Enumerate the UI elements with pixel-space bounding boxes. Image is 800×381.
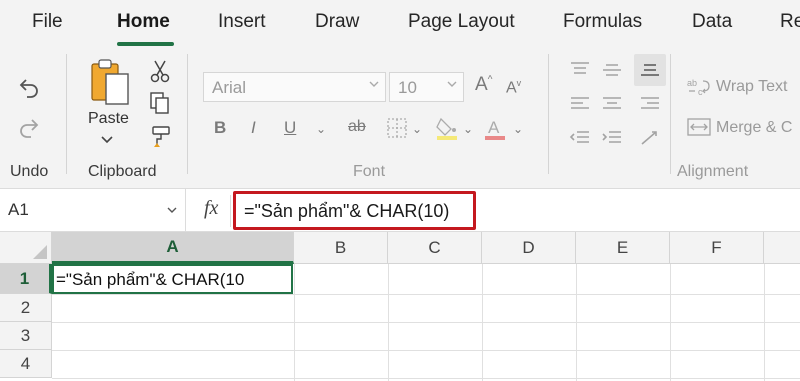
worksheet-grid: A B C D E F 1 2 3 4 ="Sản phẩm"& CHAR(10 [0,232,800,381]
merge-center-button[interactable]: Merge & C [716,119,792,137]
ribbon: Undo Paste Clipboard Arial 10 A^ Av B I … [0,48,800,188]
formula-bar-divider [230,195,231,227]
tab-data[interactable]: Data [692,11,732,33]
row-header-1[interactable]: 1 [0,264,52,294]
middle-align-icon[interactable] [600,60,624,80]
group-separator [670,54,671,174]
align-center-icon[interactable] [600,94,624,114]
top-align-icon[interactable] [568,60,592,80]
font-group-label: Font [353,163,386,180]
row-header-4[interactable]: 4 [0,350,52,378]
merge-center-icon[interactable] [686,116,712,138]
name-box[interactable]: A1 [0,189,186,232]
font-size-select[interactable]: 10 [389,72,464,102]
font-name-select[interactable]: Arial [203,72,386,102]
wrap-text-button[interactable]: Wrap Text [716,78,787,96]
ribbon-tabs: File Home Insert Draw Page Layout Formul… [0,0,800,48]
paste-icon[interactable] [86,58,132,108]
tab-page-layout[interactable]: Page Layout [408,11,515,33]
column-header-a[interactable]: A [52,232,294,264]
chevron-down-icon [369,81,379,87]
active-tab-indicator [117,42,174,46]
column-header-g[interactable] [764,232,800,264]
chevron-down-icon [447,81,457,87]
column-header-f[interactable]: F [670,232,764,264]
chevron-down-icon[interactable]: ⌄ [412,122,422,136]
fill-color-icon[interactable] [434,114,460,142]
cell-a1[interactable]: ="Sản phẩm"& CHAR(10 [52,264,293,294]
column-header-b[interactable]: B [294,232,388,264]
column-header-d[interactable]: D [482,232,576,264]
cut-icon[interactable] [148,58,172,84]
cell-a1-value: ="Sản phẩm"& CHAR(10 [56,270,245,289]
chevron-down-icon[interactable]: ⌄ [513,122,523,136]
svg-text:ab: ab [687,78,697,88]
bold-icon[interactable]: B [214,118,226,138]
svg-text:A: A [488,118,500,137]
tab-home[interactable]: Home [117,11,170,33]
svg-text:c: c [698,87,703,97]
format-painter-icon[interactable] [148,124,172,150]
redo-icon[interactable] [16,114,42,140]
chevron-down-icon[interactable] [166,204,178,216]
clipboard-group-label: Clipboard [88,163,157,180]
formula-text: ="Sản phẩm"& CHAR(10) [244,201,450,221]
copy-icon[interactable] [148,90,172,116]
grid-line [52,294,800,295]
italic-icon[interactable]: I [251,118,256,138]
group-separator [548,54,549,174]
chevron-down-icon[interactable]: ⌄ [316,122,326,136]
tab-insert[interactable]: Insert [218,11,266,33]
column-header-c[interactable]: C [388,232,482,264]
font-size-value: 10 [398,78,417,97]
tab-review[interactable]: Re [780,11,800,33]
tab-file[interactable]: File [32,11,63,33]
align-right-icon[interactable] [638,94,662,114]
undo-group-label: Undo [10,163,49,180]
grid-line [52,350,800,351]
insert-function-icon[interactable]: fx [204,197,218,220]
chevron-down-icon[interactable]: ⌄ [463,122,473,136]
tab-formulas[interactable]: Formulas [563,11,642,33]
grid-line [52,378,800,379]
row-header-2[interactable]: 2 [0,294,52,322]
grid-line [52,322,800,323]
tab-draw[interactable]: Draw [315,11,359,33]
row-header-3[interactable]: 3 [0,322,52,350]
decrease-font-size-icon[interactable]: Av [506,78,521,97]
strikethrough-icon[interactable]: ab [348,118,366,136]
chevron-down-icon[interactable] [101,135,113,145]
align-left-icon[interactable] [568,94,592,114]
borders-icon[interactable] [385,116,409,140]
orientation-icon[interactable] [638,128,662,148]
font-name-value: Arial [212,78,247,97]
decrease-indent-icon[interactable] [568,128,592,148]
name-box-value: A1 [8,200,29,219]
bottom-align-icon[interactable] [634,54,666,86]
wrap-text-icon[interactable]: ab c [686,76,712,98]
increase-indent-icon[interactable] [600,128,624,148]
formula-bar: A1 fx ="Sản phẩm"& CHAR(10) [0,188,800,232]
alignment-group-label: Alignment [677,163,749,180]
group-separator [187,54,188,174]
column-header-e[interactable]: E [576,232,670,264]
paste-button[interactable]: Paste [88,110,129,128]
select-all-button[interactable] [0,232,52,264]
underline-icon[interactable]: U [284,118,296,138]
group-separator [66,54,67,174]
formula-input[interactable]: ="Sản phẩm"& CHAR(10) [233,191,476,230]
font-color-icon[interactable]: A [482,114,508,142]
undo-icon[interactable] [16,74,42,100]
increase-font-size-icon[interactable]: A^ [475,74,492,96]
